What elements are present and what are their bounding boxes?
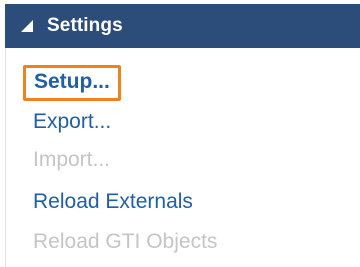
settings-menu-list: Setup... Export... Import... Reload Exte… [0, 48, 360, 267]
settings-header[interactable]: Settings [5, 4, 360, 48]
settings-panel: Settings Setup... Export... Import... Re… [0, 0, 360, 267]
menu-item-reload-externals[interactable]: Reload Externals [33, 189, 193, 215]
collapse-caret-icon[interactable] [20, 19, 34, 33]
menu-item-export[interactable]: Export... [33, 109, 111, 135]
menu-item-setup[interactable]: Setup... [23, 65, 121, 101]
menu-item-reload-gti-objects: Reload GTI Objects [33, 230, 218, 253]
settings-title: Settings [47, 15, 123, 36]
list-left-divider [5, 48, 6, 267]
menu-item-import: Import... [33, 148, 111, 171]
